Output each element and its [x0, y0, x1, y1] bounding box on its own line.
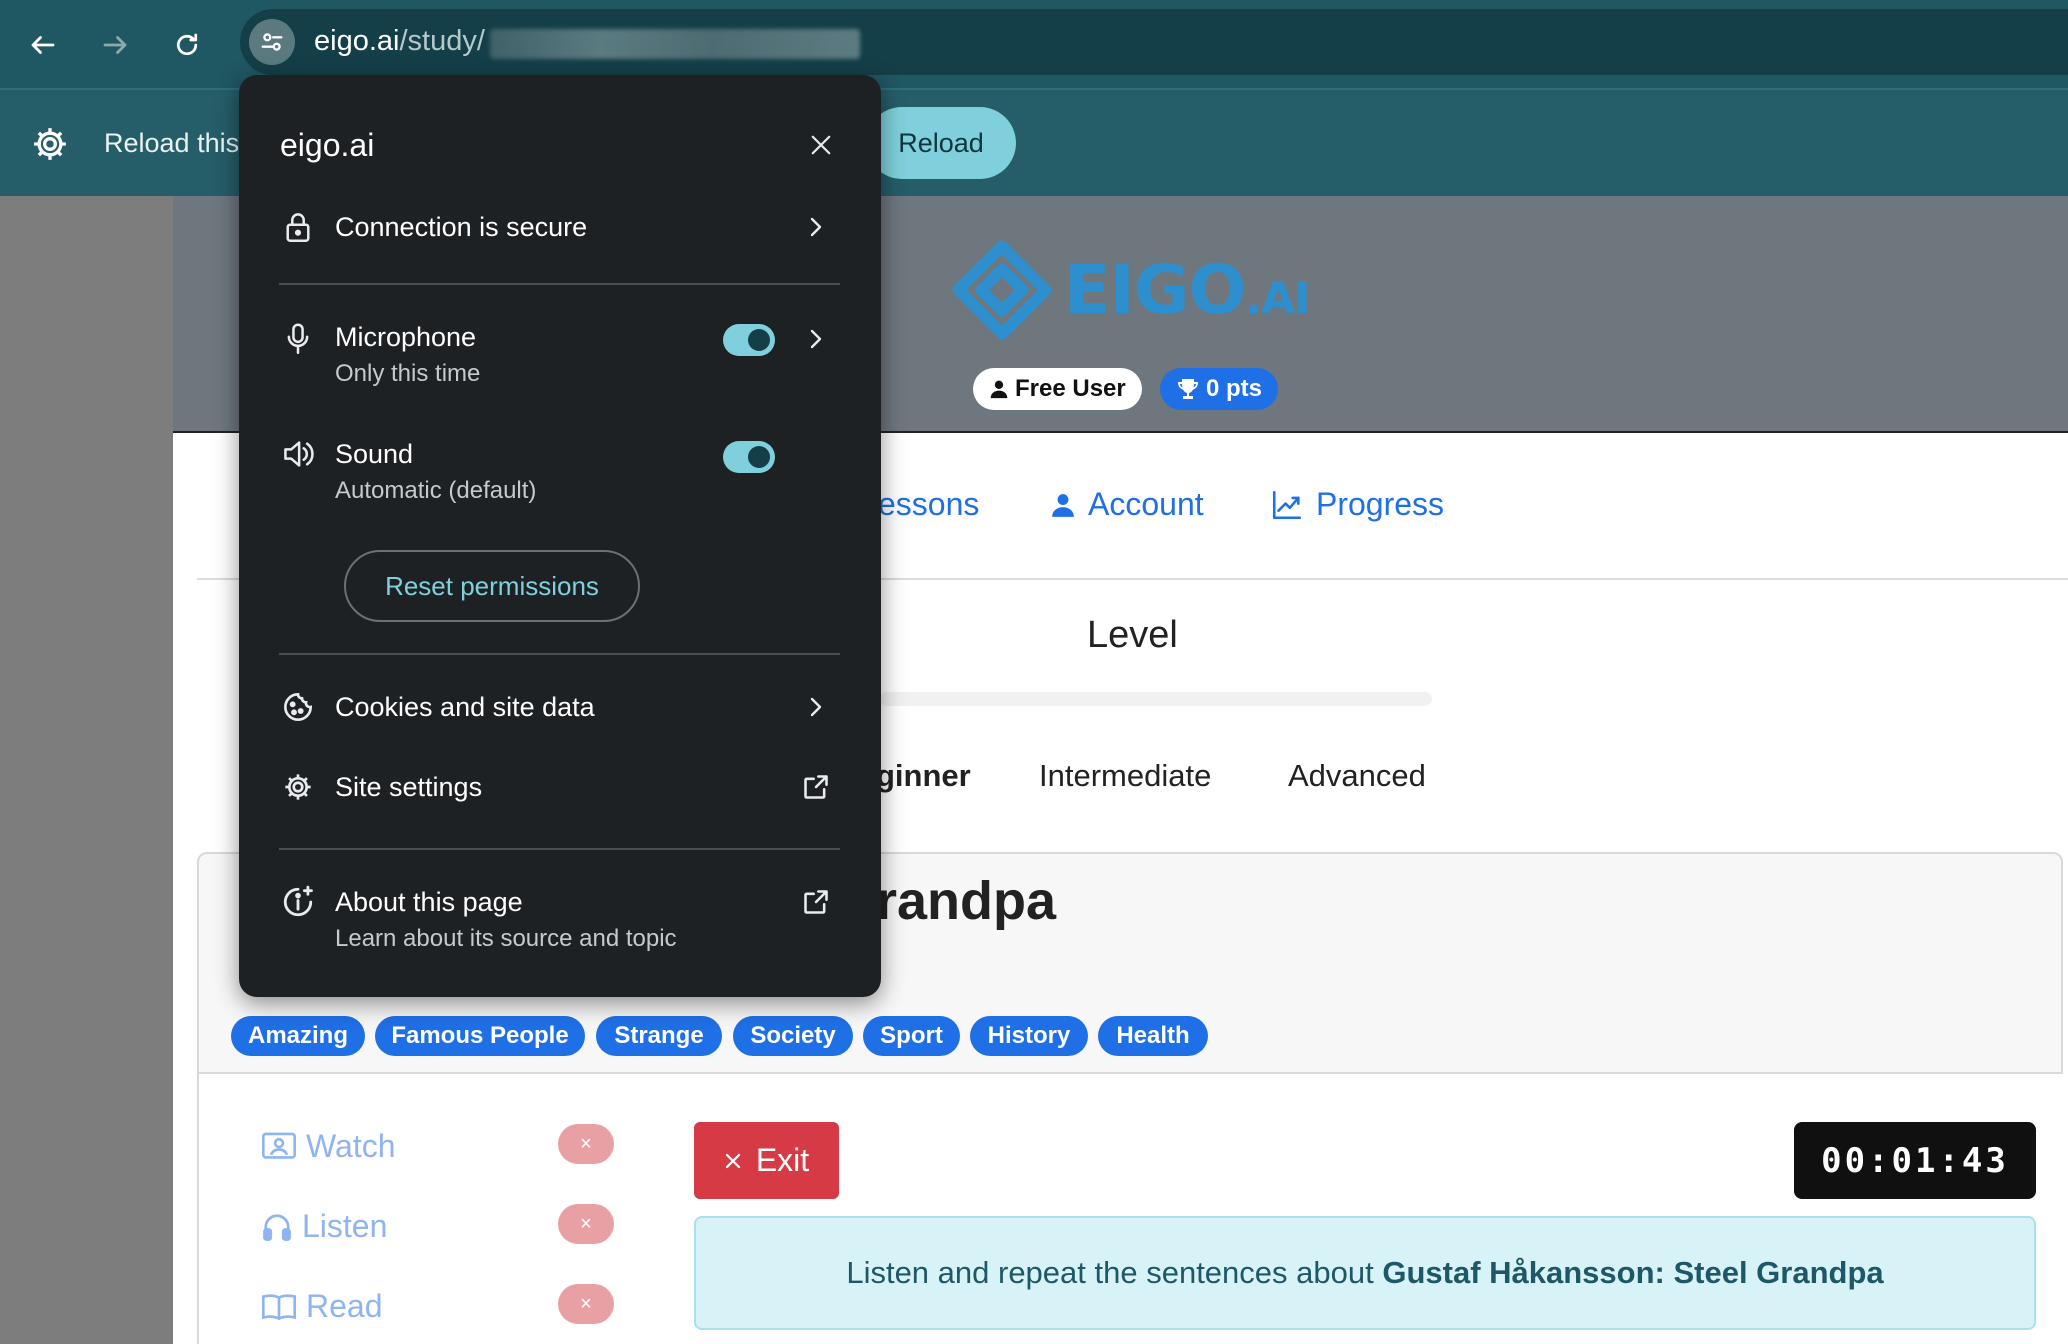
cookies-row[interactable]: Cookies and site data [239, 690, 881, 750]
about-page-row[interactable]: About this page Learn about its source a… [239, 885, 881, 975]
popup-site-host: eigo.ai [280, 127, 375, 163]
lesson-timer: 00:01:43 [1794, 1122, 2036, 1199]
reload-page-button[interactable] [164, 22, 210, 68]
page-gutter [0, 196, 173, 1344]
microphone-sub: Only this time [335, 360, 481, 387]
nav-progress[interactable]: Progress [1270, 486, 1444, 523]
lock-icon [281, 210, 315, 244]
chevron-right-icon [799, 210, 833, 244]
url-redacted [490, 29, 860, 59]
level-beginner[interactable]: ginner [876, 758, 971, 794]
tag-amazing[interactable]: Amazing [231, 1016, 365, 1056]
address-bar[interactable]: eigo.ai/study/ [240, 9, 2068, 75]
user-status-badge: Free User [973, 368, 1142, 410]
forward-button[interactable] [92, 22, 138, 68]
microphone-icon [281, 322, 315, 356]
speaker-icon [281, 437, 315, 471]
eigo-logo-icon [952, 240, 1052, 340]
tag-sport[interactable]: Sport [863, 1016, 960, 1056]
watch-status-badge: × [558, 1124, 614, 1164]
microphone-row[interactable]: Microphone Only this time [239, 320, 881, 390]
url-text[interactable]: eigo.ai/study/ [314, 25, 485, 58]
tag-health[interactable]: Health [1098, 1016, 1208, 1056]
sidebar-item-listen[interactable]: Listen [262, 1208, 387, 1245]
sidebar-item-watch[interactable]: Watch [262, 1128, 396, 1165]
site-settings-label: Site settings [335, 772, 483, 802]
nav-lessons[interactable]: essons [878, 486, 979, 523]
chevron-right-icon [799, 690, 833, 724]
sidebar-item-read[interactable]: Read [262, 1288, 383, 1325]
reset-permissions-button[interactable]: Reset permissions [344, 550, 640, 622]
open-external-icon [799, 770, 833, 804]
url-path: /study/ [399, 25, 485, 57]
video-user-icon [262, 1132, 296, 1159]
arrow-right-icon [103, 36, 127, 54]
site-info-popup: eigo.ai Connection is secure Microphone … [239, 75, 881, 997]
book-icon [262, 1293, 296, 1320]
cookie-icon [281, 690, 315, 724]
close-icon [725, 1153, 740, 1168]
infobar-reload-button[interactable]: Reload [866, 107, 1016, 179]
listen-status-badge: × [558, 1204, 614, 1244]
close-icon [811, 135, 831, 155]
user-icon [1052, 493, 1074, 517]
microphone-toggle[interactable] [723, 324, 775, 356]
gear-icon [281, 770, 315, 804]
exit-button[interactable]: Exit [694, 1122, 839, 1199]
level-title: Level [1087, 614, 1178, 656]
connection-label: Connection is secure [335, 212, 588, 242]
connection-row[interactable]: Connection is secure [239, 210, 881, 280]
popup-divider [279, 283, 840, 285]
popup-divider [279, 848, 840, 850]
about-page-sub: Learn about its source and topic [335, 925, 677, 952]
microphone-label: Microphone [335, 322, 477, 352]
tune-icon [261, 33, 283, 51]
level-advanced[interactable]: Advanced [1288, 758, 1426, 794]
sound-label: Sound [335, 439, 414, 469]
chevron-right-icon[interactable] [799, 322, 833, 356]
user-status-text: Free User [1015, 375, 1126, 402]
gear-icon [34, 128, 66, 160]
level-slider-track[interactable] [880, 692, 1432, 706]
info-sparkle-icon [281, 885, 315, 919]
open-external-icon [799, 885, 833, 919]
url-host: eigo.ai [314, 25, 400, 57]
points-text: 0 pts [1206, 375, 1263, 402]
headphones-icon [263, 1213, 291, 1241]
level-intermediate[interactable]: Intermediate [1039, 758, 1211, 794]
popup-divider [279, 653, 840, 655]
trophy-icon [1178, 379, 1198, 399]
eigo-logo-text: EIGO.AI [1064, 250, 1311, 330]
refresh-icon [176, 33, 198, 56]
tag-history[interactable]: History [970, 1016, 1088, 1056]
infobar-message: Reload this [104, 128, 240, 158]
sound-toggle[interactable] [723, 441, 775, 473]
sound-sub: Automatic (default) [335, 477, 537, 504]
tag-strange[interactable]: Strange [596, 1016, 722, 1056]
about-page-label: About this page [335, 887, 523, 917]
sound-row[interactable]: Sound Automatic (default) [239, 437, 881, 507]
tag-famous-people[interactable]: Famous People [375, 1016, 585, 1056]
cookies-label: Cookies and site data [335, 692, 595, 722]
popup-close-button[interactable] [803, 127, 839, 163]
eigo-logo[interactable]: EIGO.AI [950, 238, 1311, 342]
instruction-banner: Listen and repeat the sentences about Gu… [694, 1216, 2036, 1330]
read-status-badge: × [558, 1284, 614, 1324]
site-settings-row[interactable]: Site settings [239, 770, 881, 830]
points-badge: 0 pts [1160, 368, 1279, 410]
instruction-text: Listen and repeat the sentences about Gu… [846, 1255, 1884, 1290]
back-button[interactable] [20, 22, 66, 68]
chart-line-icon [1272, 490, 1302, 519]
site-info-button[interactable] [249, 19, 295, 65]
nav-account[interactable]: Account [1050, 486, 1204, 523]
arrow-left-icon [31, 36, 55, 54]
tag-society[interactable]: Society [733, 1016, 853, 1056]
lesson-title: randpa [876, 871, 1057, 931]
user-icon [990, 380, 1008, 399]
instruction-topic: Gustaf Håkansson: Steel Grandpa [1382, 1255, 1884, 1290]
